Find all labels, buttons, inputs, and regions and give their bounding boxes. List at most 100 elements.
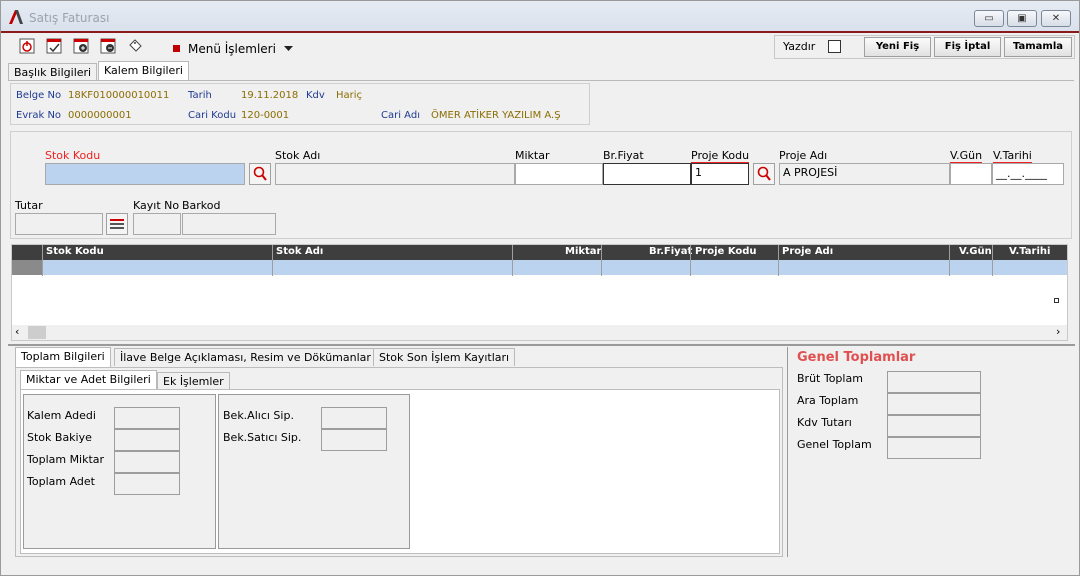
bottom-divider (8, 344, 1075, 346)
col-miktar[interactable]: Miktar (565, 246, 602, 257)
print-checkbox[interactable] (828, 40, 841, 53)
kayit-no-input[interactable] (133, 213, 181, 235)
calculator-button[interactable] (106, 213, 128, 235)
col-stok-adi[interactable]: Stok Adı (276, 246, 323, 257)
window-title: Satış Faturası (29, 11, 110, 25)
bek-alici-label: Bek.Alıcı Sip. (223, 409, 294, 422)
kalem-adedi-value (114, 407, 180, 429)
chevron-down-icon[interactable] (284, 46, 293, 52)
toplam-miktar-value (114, 451, 180, 473)
genel-toplamlar-title: Genel Toplamlar (797, 350, 916, 365)
stok-kodu-input[interactable] (45, 163, 245, 185)
proje-lookup-button[interactable] (753, 163, 775, 185)
brut-toplam-value (887, 371, 981, 393)
new-receipt-button[interactable]: Yeni Fiş (864, 37, 931, 57)
belge-no-value: 18KF010000010011 (68, 90, 170, 101)
proje-adi-input[interactable]: A PROJESİ (779, 163, 950, 185)
scroll-left-icon[interactable]: ‹ (15, 325, 19, 338)
menu-operations[interactable]: Menü İşlemleri (188, 42, 276, 56)
scroll-right-icon[interactable]: › (1056, 325, 1060, 338)
tab-baslik[interactable]: Başlık Bilgileri (8, 63, 98, 81)
tab-ilave[interactable]: İlave Belge Açıklaması, Resim ve Döküman… (114, 348, 377, 366)
stok-adi-label: Stok Adı (275, 149, 321, 162)
col-divider (601, 245, 602, 276)
kdv-label: Kdv (306, 90, 325, 101)
col-proje-adi[interactable]: Proje Adı (782, 246, 833, 257)
evrak-no-value: 0000000001 (68, 110, 132, 121)
col-divider (42, 245, 43, 276)
evrak-no-label: Evrak No (16, 110, 62, 121)
col-v-gun[interactable]: V.Gün (959, 246, 992, 257)
tarih-value: 19.11.2018 (241, 90, 299, 101)
kdv-tutari-value (887, 415, 981, 437)
toplam-miktar-label: Toplam Miktar (27, 453, 105, 466)
title-bar: Satış Faturası ▭ ▣ ✕ (1, 1, 1079, 33)
tab-stok-son[interactable]: Stok Son İşlem Kayıtları (373, 348, 516, 366)
brut-toplam-label: Brüt Toplam (797, 372, 863, 385)
proje-kodu-input[interactable]: 1 (691, 163, 749, 185)
kayit-no-label: Kayıt No (133, 199, 180, 212)
miktar-label: Miktar (515, 149, 550, 162)
kalem-adedi-label: Kalem Adedi (27, 409, 96, 422)
power-icon[interactable] (19, 38, 35, 54)
table-row[interactable] (42, 260, 1067, 275)
stok-bakiye-label: Stok Bakiye (27, 431, 92, 444)
tutar-label: Tutar (15, 199, 43, 212)
v-gun-input[interactable] (950, 163, 992, 185)
proje-adi-label: Proje Adı (779, 149, 828, 162)
v-tarihi-label: V.Tarihi (993, 149, 1032, 163)
miktar-input[interactable] (515, 163, 603, 185)
sales-invoice-window: Satış Faturası ▭ ▣ ✕ Menü İşlemleri Yazd… (0, 0, 1080, 576)
col-br-fiyat[interactable]: Br.Fiyat (649, 246, 692, 257)
col-proje-kodu[interactable]: Proje Kodu (695, 246, 757, 257)
remove-document-icon[interactable] (100, 38, 116, 54)
horizontal-scrollbar[interactable]: ‹ › (12, 325, 1067, 340)
tab-miktar-adet[interactable]: Miktar ve Adet Bilgileri (20, 370, 157, 390)
v-tarihi-input[interactable]: __.__.____ (992, 163, 1064, 185)
search-icon (253, 166, 267, 181)
stok-adi-input[interactable] (275, 163, 515, 185)
resize-marker-icon (1054, 298, 1059, 303)
close-button[interactable]: ✕ (1041, 10, 1071, 27)
tutar-input[interactable] (15, 213, 103, 235)
items-grid: Stok Kodu Stok Adı Miktar Br.Fiyat Proje… (11, 244, 1068, 341)
scroll-thumb[interactable] (28, 326, 46, 339)
tarih-label: Tarih (188, 90, 212, 101)
kdv-tutari-label: Kdv Tutarı (797, 416, 852, 429)
col-divider (690, 245, 691, 276)
col-divider (272, 245, 273, 276)
tag-icon[interactable] (127, 38, 143, 54)
add-document-icon[interactable] (73, 38, 89, 54)
bek-satici-label: Bek.Satıcı Sip. (223, 431, 302, 444)
tab-ek-islemler[interactable]: Ek İşlemler (157, 372, 230, 390)
ara-toplam-value (887, 393, 981, 415)
complete-button[interactable]: Tamamla (1004, 37, 1072, 57)
belge-no-label: Belge No (16, 90, 62, 101)
bek-alici-value (321, 407, 387, 429)
col-v-tarihi[interactable]: V.Tarihi (1009, 246, 1050, 257)
cancel-receipt-button[interactable]: Fiş İptal (934, 37, 1001, 57)
list-icon (110, 219, 124, 229)
col-divider (778, 245, 779, 276)
stok-lookup-button[interactable] (249, 163, 271, 185)
cari-kodu-label: Cari Kodu (188, 110, 237, 121)
br-fiyat-input[interactable] (603, 163, 691, 185)
barkod-input[interactable] (182, 213, 276, 235)
genel-toplam-label: Genel Toplam (797, 438, 872, 451)
ara-toplam-label: Ara Toplam (797, 394, 859, 407)
toplam-adet-value (114, 473, 180, 495)
maximize-button[interactable]: ▣ (1007, 10, 1037, 27)
vertical-divider (787, 347, 788, 557)
col-divider (949, 245, 950, 276)
tab-divider (8, 80, 1074, 81)
col-stok-kodu[interactable]: Stok Kodu (46, 246, 104, 257)
row-indicator[interactable] (12, 260, 42, 275)
minimize-button[interactable]: ▭ (974, 10, 1004, 27)
tab-toplam[interactable]: Toplam Bilgileri (15, 347, 111, 367)
checklist-icon[interactable] (46, 38, 62, 54)
tab-kalem[interactable]: Kalem Bilgileri (98, 61, 189, 81)
app-logo-icon (9, 10, 23, 24)
toplam-adet-label: Toplam Adet (27, 475, 95, 488)
stok-bakiye-value (114, 429, 180, 451)
search-icon (757, 166, 771, 181)
